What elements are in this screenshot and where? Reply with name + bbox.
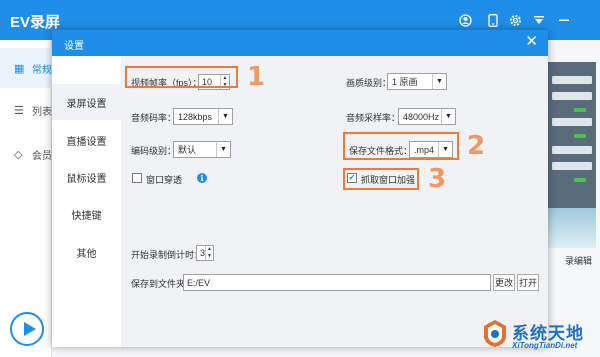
edit-link[interactable]: 录编辑 [546, 251, 596, 269]
audio-sample-label: 音频采样率： [346, 113, 401, 123]
list-icon: ☰ [14, 104, 24, 117]
stepper-up-icon[interactable]: ▲ [206, 246, 213, 253]
encode-select[interactable]: 默认 ▼ [173, 141, 231, 158]
quality-select[interactable]: 1 原画 ▼ [387, 73, 447, 90]
nav-other[interactable]: 其他 [52, 234, 121, 270]
countdown-label: 开始录制倒计时： [131, 250, 204, 260]
gear-icon[interactable] [508, 13, 522, 27]
grid-icon: ▦ [14, 62, 25, 75]
settings-nav: 录屏设置 直播设置 鼠标设置 快捷键 其他 [52, 56, 121, 347]
watermark: 系统天地 XiTongTianDi.net [476, 312, 600, 357]
save-folder-input[interactable]: E:/EV [183, 274, 491, 291]
menu-dropdown-icon[interactable] [532, 13, 546, 27]
chevron-down-icon: ▼ [441, 109, 455, 124]
countdown-stepper[interactable]: 3 ▲ ▼ [196, 245, 214, 261]
annotation-number-3: 3 [428, 164, 447, 194]
app-title: EV录屏 [10, 14, 61, 31]
annotation-number-1: 1 [247, 62, 266, 92]
diamond-icon: ◇ [14, 148, 23, 161]
preview-thumbnail [548, 62, 596, 248]
annotation-number-2: 2 [467, 131, 486, 161]
user-icon[interactable] [458, 13, 472, 27]
nav-live-settings[interactable]: 直播设置 [52, 122, 121, 158]
change-folder-button[interactable]: 更改 [493, 274, 515, 291]
minimize-icon[interactable] [557, 13, 571, 27]
chevron-down-icon: ▼ [218, 109, 232, 124]
close-icon[interactable]: ✕ [525, 34, 538, 50]
dialog-header: 设置 ✕ [52, 30, 548, 56]
chevron-down-icon: ▼ [216, 142, 230, 157]
record-play-button[interactable] [10, 312, 44, 346]
video-bitrate-label: 音频码率： [131, 113, 177, 123]
sidebar-item-list[interactable]: ☰ 列表 [0, 90, 52, 130]
nav-mouse-settings[interactable]: 鼠标设置 [52, 159, 121, 195]
watermark-logo-icon [482, 318, 508, 348]
watermark-url: XiTongTianDi.net [512, 341, 578, 350]
window-pass-checkbox[interactable] [132, 173, 142, 183]
open-folder-button[interactable]: 打开 [517, 274, 539, 291]
stepper-down-icon[interactable]: ▼ [206, 253, 213, 260]
highlight-box-capture [343, 168, 419, 190]
countdown-value: 3 [200, 248, 206, 258]
chevron-down-icon: ▼ [432, 74, 446, 89]
video-bitrate-select[interactable]: 128kbps ▼ [173, 108, 233, 125]
audio-sample-select[interactable]: 48000Hz ▼ [398, 108, 456, 125]
window-pass-label: 窗口穿透 [146, 175, 183, 185]
highlight-box-format [343, 132, 459, 160]
quality-label: 画质级别： [346, 78, 392, 88]
settings-content: 视频帧率（fps）： 10 ▲ ▼ 画质级别： 1 原画 ▼ 音频码率： 128k… [121, 56, 548, 347]
encode-label: 编码级别： [131, 146, 177, 156]
nav-record-settings[interactable]: 录屏设置 [52, 84, 121, 120]
nav-shortcuts[interactable]: 快捷键 [52, 196, 121, 232]
phone-icon[interactable] [486, 13, 500, 27]
info-icon[interactable]: i [197, 173, 207, 183]
sidebar-item-general[interactable]: ▦ 常规 [0, 48, 52, 88]
sidebar-item-member[interactable]: ◇ 会员 [0, 134, 52, 174]
app-sidebar: ▦ 常规 ☰ 列表 ◇ 会员 [0, 40, 52, 357]
highlight-box-fps [125, 66, 238, 88]
dialog-title: 设置 [64, 41, 84, 52]
